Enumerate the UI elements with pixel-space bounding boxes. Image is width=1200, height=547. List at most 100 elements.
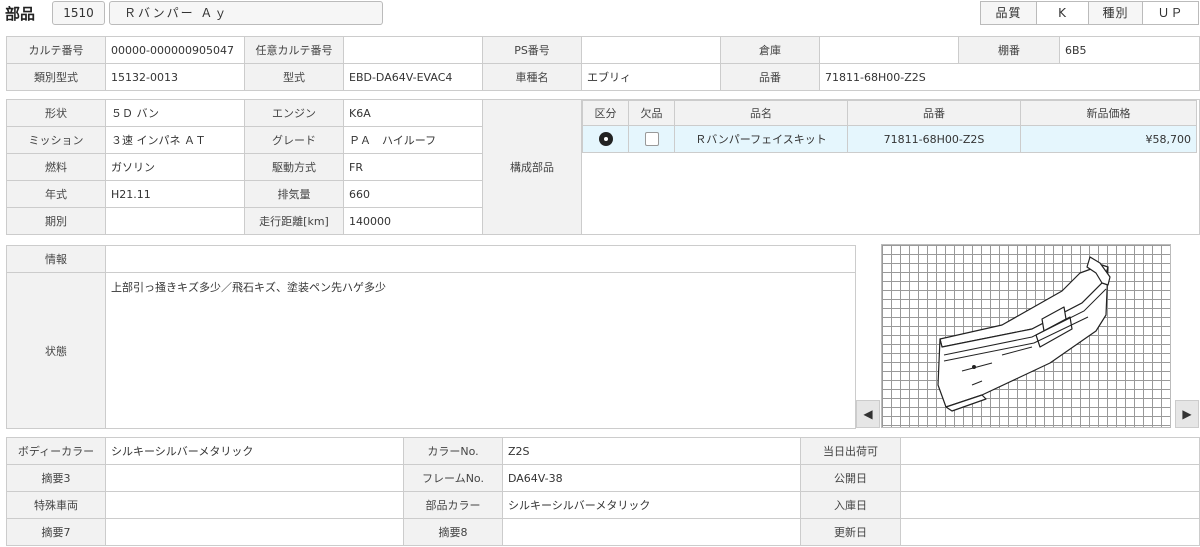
components-panel: 区分 欠品 品名 品番 新品価格 Ｒバンパーフェイスキット 71811-68H0…	[581, 99, 1200, 235]
quality-value[interactable]: K	[1036, 1, 1089, 25]
karte-info-table: カルテ番号 00000-000000905047 任意カルテ番号 PS番号 倉庫…	[6, 36, 1200, 91]
ps-no-label: PS番号	[482, 36, 582, 64]
part-color-label: 部品カラー	[403, 491, 503, 519]
class-model-label: 類別型式	[6, 63, 106, 91]
karte-row-1: カルテ番号 00000-000000905047 任意カルテ番号 PS番号 倉庫…	[6, 36, 1200, 64]
summary7-value	[105, 518, 404, 546]
special-value	[105, 491, 404, 519]
components-label: 構成部品	[482, 99, 582, 235]
warehouse-label: 倉庫	[720, 36, 820, 64]
missing-cell	[628, 125, 675, 153]
part-code-field[interactable]: 1510	[52, 1, 105, 25]
part-image	[881, 244, 1171, 428]
grade-label: グレード	[244, 126, 344, 154]
karte-no-label: カルテ番号	[6, 36, 106, 64]
grade-value: ＰＡ ハイルーフ	[343, 126, 483, 154]
public-date-label: 公開日	[800, 464, 901, 492]
part-image-panel: ◀ ▶	[856, 244, 1199, 428]
karte-no-value: 00000-000000905047	[105, 36, 245, 64]
car-name-label: 車種名	[482, 63, 582, 91]
same-day-value	[900, 437, 1200, 465]
col-new-price: 新品価格	[1020, 100, 1197, 126]
summary8-value	[502, 518, 801, 546]
engine-label: エンジン	[244, 99, 344, 127]
color-no-value: Z2S	[502, 437, 801, 465]
fuel-label: 燃料	[6, 153, 106, 181]
update-date-label: 更新日	[800, 518, 901, 546]
page-title: 部品	[5, 5, 36, 23]
karte-row-2: 類別型式 15132-0013 型式 EBD-DA64V-EVAC4 車種名 エ…	[6, 63, 1200, 91]
any-karte-value	[343, 36, 483, 64]
mission-label: ミッション	[6, 126, 106, 154]
update-date-value	[900, 518, 1200, 546]
condition-value: 上部引っ掻きキズ多少／飛石キズ、塗装ペン先ハゲ多少	[105, 272, 856, 429]
components-header-row: 区分 欠品 品名 品番 新品価格	[582, 100, 1197, 126]
stock-date-value	[900, 491, 1200, 519]
summary7-label: 摘要7	[6, 518, 106, 546]
component-part-no: 71811-68H00-Z2S	[847, 125, 1021, 153]
image-prev-button[interactable]: ◀	[856, 400, 880, 428]
period-label: 期別	[6, 207, 106, 235]
ps-no-value	[581, 36, 721, 64]
component-price: ¥58,700	[1020, 125, 1197, 153]
special-label: 特殊車両	[6, 491, 106, 519]
shelf-value: 6B5	[1059, 36, 1200, 64]
table-row[interactable]: Ｒバンパーフェイスキット 71811-68H00-Z2S ¥58,700	[582, 125, 1197, 153]
body-color-label: ボディーカラー	[6, 437, 106, 465]
warehouse-value	[819, 36, 959, 64]
col-missing: 欠品	[628, 100, 675, 126]
period-value	[105, 207, 245, 235]
col-part-no: 品番	[847, 100, 1021, 126]
missing-checkbox[interactable]	[644, 132, 659, 146]
info-label: 情報	[6, 245, 106, 273]
model-value: EBD-DA64V-EVAC4	[343, 63, 483, 91]
part-name-field[interactable]: Ｒバンパー Ａｙ	[109, 1, 383, 25]
detail-row-1: ボディーカラー シルキーシルバーメタリック カラーNo. Z2S 当日出荷可	[6, 437, 1200, 465]
any-karte-label: 任意カルテ番号	[244, 36, 344, 64]
detail-row-4: 摘要7 摘要8 更新日	[6, 518, 1200, 546]
info-row: 情報	[6, 245, 856, 273]
part-color-value: シルキーシルバーメタリック	[502, 491, 801, 519]
drive-value: FR	[343, 153, 483, 181]
same-day-label: 当日出荷可	[800, 437, 901, 465]
public-date-value	[900, 464, 1200, 492]
model-label: 型式	[244, 63, 344, 91]
shelf-label: 棚番	[958, 36, 1060, 64]
shape-value: ５Ｄ バン	[105, 99, 245, 127]
frame-no-label: フレームNo.	[403, 464, 503, 492]
displacement-value: 660	[343, 180, 483, 208]
displacement-label: 排気量	[244, 180, 344, 208]
image-next-button[interactable]: ▶	[1175, 400, 1199, 428]
quality-label: 品質	[980, 1, 1037, 25]
mission-value: ３速 インパネ ＡＴ	[105, 126, 245, 154]
summary3-value	[105, 464, 404, 492]
spec-table: 形状 ５Ｄ バン エンジン K6A 構成部品 区分 欠品 品名 品番 新品価格	[6, 99, 1200, 235]
summary8-label: 摘要8	[403, 518, 503, 546]
category-cell	[582, 125, 629, 153]
frame-no-value: DA64V-38	[502, 464, 801, 492]
fuel-value: ガソリン	[105, 153, 245, 181]
col-name: 品名	[674, 100, 848, 126]
detail-row-2: 摘要3 フレームNo. DA64V-38 公開日	[6, 464, 1200, 492]
type-value[interactable]: ＵＰ	[1142, 1, 1199, 25]
body-color-value: シルキーシルバーメタリック	[105, 437, 404, 465]
part-no-label: 品番	[720, 63, 820, 91]
drive-label: 駆動方式	[244, 153, 344, 181]
shape-label: 形状	[6, 99, 106, 127]
class-model-value: 15132-0013	[105, 63, 245, 91]
condition-label: 状態	[6, 272, 106, 429]
part-no-value: 71811-68H00-Z2S	[819, 63, 1200, 91]
disc-icon	[598, 132, 613, 146]
components-table: 区分 欠品 品名 品番 新品価格 Ｒバンパーフェイスキット 71811-68H0…	[582, 100, 1197, 153]
mileage-value: 140000	[343, 207, 483, 235]
col-category: 区分	[582, 100, 629, 126]
vehicle-detail-table: ボディーカラー シルキーシルバーメタリック カラーNo. Z2S 当日出荷可 摘…	[6, 437, 1200, 546]
page-header: 部品 1510 Ｒバンパー Ａｙ 品質 K 種別 ＵＰ	[0, 0, 1200, 30]
engine-value: K6A	[343, 99, 483, 127]
year-label: 年式	[6, 180, 106, 208]
type-label: 種別	[1088, 1, 1143, 25]
info-value	[105, 245, 856, 273]
car-name-value: エブリィ	[581, 63, 721, 91]
condition-table: 情報 状態 上部引っ掻きキズ多少／飛石キズ、塗装ペン先ハゲ多少	[6, 245, 856, 429]
detail-row-3: 特殊車両 部品カラー シルキーシルバーメタリック 入庫日	[6, 491, 1200, 519]
